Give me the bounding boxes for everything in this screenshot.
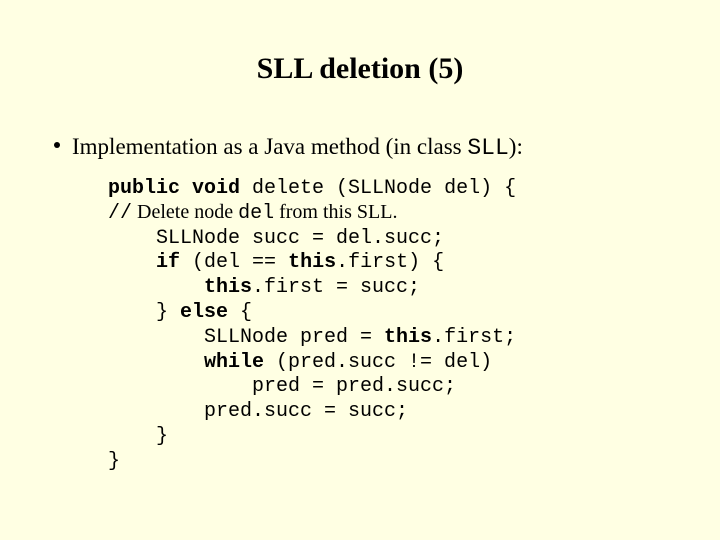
code-l5-rest: .first = succ; [252, 276, 420, 299]
code-l7-indent: SLLNode pred = [108, 326, 384, 349]
slide: SLL deletion (5) Implementation as a Jav… [0, 0, 720, 540]
code-l6-a: } [108, 301, 180, 324]
code-l10: pred.succ = succ; [108, 400, 408, 423]
slide-title: SLL deletion (5) [0, 52, 720, 86]
code-l12: } [108, 450, 120, 473]
bullet-item: Implementation as a Java method (in clas… [72, 133, 523, 163]
code-kw-this-2: this [204, 276, 252, 299]
code-comment-del: del [238, 202, 274, 225]
code-l7-rest: .first; [432, 326, 516, 349]
code-kw-this-1: this [288, 251, 336, 274]
code-l1-rest: delete (SLLNode del) { [240, 177, 516, 200]
code-comment-slashes: // [108, 202, 132, 225]
bullet-dot-icon [54, 142, 60, 148]
code-l9: pred = pred.succ; [108, 375, 456, 398]
bullet-text-suffix: ): [509, 134, 523, 159]
code-l3: SLLNode succ = del.succ; [108, 227, 444, 250]
bullet-text-prefix: Implementation as a Java method (in clas… [72, 134, 467, 159]
bullet-class-name: SLL [467, 135, 508, 161]
code-comment-a: Delete node [132, 201, 238, 223]
code-l6-b: { [228, 301, 252, 324]
code-l4-indent [108, 251, 156, 274]
code-l8-rest: (pred.succ != del) [264, 351, 492, 374]
code-kw-while: while [204, 351, 264, 374]
code-l11: } [108, 425, 168, 448]
code-kw-if: if [156, 251, 180, 274]
code-l5-indent [108, 276, 204, 299]
code-kw-else: else [180, 301, 228, 324]
code-kw-this-3: this [384, 326, 432, 349]
code-l4-a: (del == [180, 251, 288, 274]
code-l4-b: .first) { [336, 251, 444, 274]
code-kw-public-void: public void [108, 177, 240, 200]
code-comment-b: from this SLL. [274, 201, 397, 223]
code-l8-indent [108, 351, 204, 374]
code-block: public void delete (SLLNode del) { // De… [108, 176, 516, 474]
